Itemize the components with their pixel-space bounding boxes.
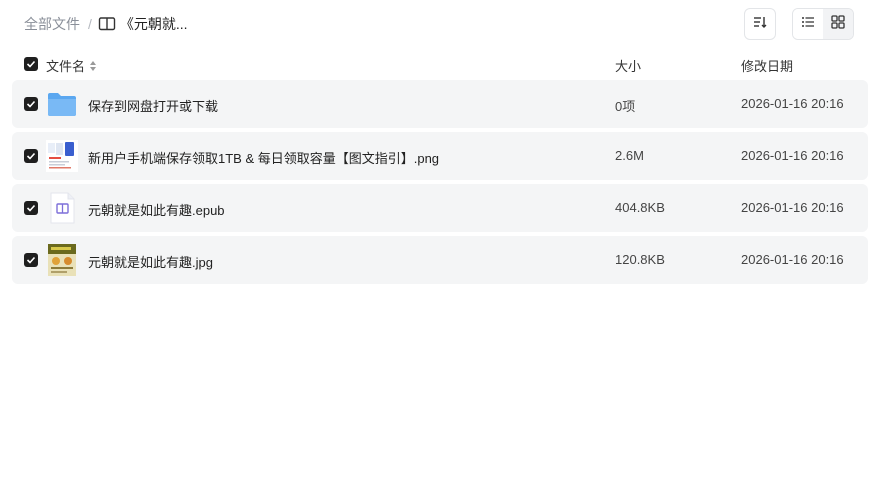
- breadcrumb: 全部文件 / 《元朝就...: [24, 15, 188, 33]
- file-size: 404.8KB: [615, 200, 665, 215]
- column-name-header[interactable]: 文件名: [46, 56, 97, 75]
- file-size: 2.6M: [615, 148, 644, 163]
- top-bar: 全部文件 / 《元朝就...: [0, 0, 878, 48]
- file-row[interactable]: 元朝就是如此有趣.jpg 120.8KB 2026-01-16 20:16: [12, 236, 868, 284]
- image-thumbnail: [46, 140, 78, 172]
- file-row[interactable]: 新用户手机端保存领取1TB & 每日领取容量【图文指引】.png 2.6M 20…: [12, 132, 868, 180]
- list-view-button[interactable]: [793, 9, 823, 39]
- row-checkbox[interactable]: [24, 253, 38, 267]
- column-name-label: 文件名: [46, 59, 86, 74]
- file-date: 2026-01-16 20:16: [741, 200, 844, 215]
- book-cover-thumbnail: [46, 244, 78, 276]
- row-checkbox[interactable]: [24, 201, 38, 215]
- folder-icon: [46, 88, 78, 120]
- breadcrumb-root[interactable]: 全部文件: [24, 15, 80, 33]
- row-checkbox[interactable]: [24, 97, 38, 111]
- file-name[interactable]: 元朝就是如此有趣.epub: [88, 200, 225, 219]
- epub-icon: [46, 192, 78, 224]
- file-date: 2026-01-16 20:16: [741, 96, 844, 111]
- breadcrumb-current[interactable]: 《元朝就...: [120, 15, 188, 33]
- column-date-header[interactable]: 修改日期: [741, 56, 793, 75]
- file-list-header: 文件名 大小 修改日期: [12, 52, 868, 76]
- file-row[interactable]: 元朝就是如此有趣.epub 404.8KB 2026-01-16 20:16: [12, 184, 868, 232]
- file-name[interactable]: 元朝就是如此有趣.jpg: [88, 252, 213, 271]
- sort-arrows-icon: [89, 60, 97, 72]
- book-icon: [98, 15, 116, 33]
- file-date: 2026-01-16 20:16: [741, 252, 844, 267]
- breadcrumb-separator: /: [88, 16, 92, 32]
- view-toggle: [792, 8, 854, 40]
- file-row[interactable]: 保存到网盘打开或下载 0项 2026-01-16 20:16: [12, 80, 868, 128]
- file-name[interactable]: 新用户手机端保存领取1TB & 每日领取容量【图文指引】.png: [88, 148, 439, 167]
- grid-view-icon: [831, 14, 845, 34]
- sort-button[interactable]: [744, 8, 776, 40]
- file-size: 120.8KB: [615, 252, 665, 267]
- select-all-checkbox[interactable]: [24, 57, 38, 71]
- row-checkbox[interactable]: [24, 149, 38, 163]
- column-size-header[interactable]: 大小: [615, 56, 641, 75]
- file-name[interactable]: 保存到网盘打开或下载: [88, 96, 218, 115]
- file-size: 0项: [615, 99, 636, 114]
- sort-icon: [752, 14, 768, 35]
- list-view-icon: [801, 15, 815, 34]
- grid-view-button[interactable]: [823, 9, 853, 39]
- file-date: 2026-01-16 20:16: [741, 148, 844, 163]
